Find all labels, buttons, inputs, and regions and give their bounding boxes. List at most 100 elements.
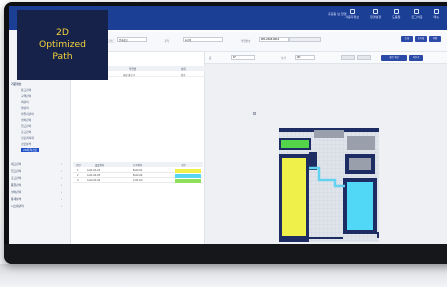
map-marker <box>377 232 379 238</box>
badge-line-2: Optimized <box>38 39 87 50</box>
view-select[interactable]: 2D <box>295 55 315 60</box>
zone-green <box>281 140 309 148</box>
top-nav-label: 로그아웃 <box>411 15 423 19</box>
sidebar-item-rack[interactable]: 랙관리 <box>21 100 29 104</box>
help-icon <box>393 9 399 14</box>
sidebar-item-zone[interactable]: 구역관리 <box>21 94 31 98</box>
warehouse-select[interactable]: 본사창고 <box>117 37 147 42</box>
sidebar-item-equipment[interactable]: 설비관리 <box>21 118 31 122</box>
col-type: 구분 <box>181 164 186 167</box>
canvas-toolbar: 층 1F 보기 2D 경로 계산 지우기 <box>205 52 447 64</box>
view-label: 보기 <box>281 57 286 60</box>
logout-icon <box>414 9 420 14</box>
cell-name: 피킹 경로 A <box>123 74 135 77</box>
search-icon <box>349 9 355 14</box>
work-no-label: 작업번호 <box>241 40 251 43</box>
top-nav-menu[interactable]: 메뉴 <box>433 9 439 19</box>
setting-icon <box>373 9 379 14</box>
color-swatch <box>175 168 201 173</box>
table-row[interactable]: 3 A-02-01-02 C-01-02 <box>73 178 203 183</box>
col-status: 상태 <box>181 68 186 71</box>
color-swatch <box>175 178 201 183</box>
storage-block <box>347 136 375 150</box>
sidebar-item-cell[interactable]: 셀관리 <box>21 106 29 110</box>
top-nav-label: 도움말 <box>392 15 401 19</box>
search-button[interactable]: 조회 <box>401 36 413 42</box>
zone-label: 구역 <box>164 40 169 43</box>
app-screen: 홍길동 님 환영 사용자정보 환경설정 도움말 로그아웃 메뉴 창고코드 본사창… <box>9 6 447 244</box>
route-calc-button[interactable]: 경로 계산 <box>381 55 407 61</box>
cell-to: B-02-01 <box>133 169 143 172</box>
zone-select[interactable]: A구역 <box>183 37 223 42</box>
chevron-right-icon: › <box>61 204 63 208</box>
sidebar-item-base[interactable]: 기준정보 <box>11 82 21 86</box>
warehouse-map[interactable] <box>279 128 379 242</box>
sidebar-group[interactable]: 출고관리 <box>11 176 21 180</box>
badge-line-3: Path <box>52 51 73 62</box>
sidebar-item-outbound[interactable]: 출고관리 <box>21 130 31 134</box>
top-nav-label: 사용자정보 <box>345 15 360 19</box>
col-to: 도착위치 <box>133 164 143 167</box>
badge-line-1: 2D <box>56 27 69 38</box>
sidebar-item-worker[interactable]: 작업자관리 <box>21 112 34 116</box>
sidebar-item-analysis[interactable]: 경로분석 <box>21 142 31 146</box>
reset-button[interactable]: 초기화 <box>415 36 427 42</box>
clear-button[interactable]: 지우기 <box>409 55 423 61</box>
col-from: 출발위치 <box>95 164 105 167</box>
route-table-header: 순번 출발위치 도착위치 구분 <box>73 162 203 167</box>
work-no-input[interactable]: WO-2024-0012 <box>259 37 289 42</box>
chevron-right-icon: › <box>61 183 63 187</box>
floor-label: 층 <box>209 57 212 60</box>
top-nav-settings[interactable]: 환경설정 <box>370 9 381 19</box>
top-nav-logout[interactable]: 로그아웃 <box>411 9 422 19</box>
cell-seq: 1 <box>77 169 79 172</box>
sidebar-item-2d-path[interactable]: 2D최적경로 <box>21 148 40 152</box>
option-field[interactable] <box>341 55 355 60</box>
save-button[interactable]: 저장 <box>429 36 441 42</box>
sidebar-item-optimize[interactable]: 경로최적화 <box>21 136 34 140</box>
sidebar-group[interactable]: 통계분석 <box>11 197 21 201</box>
col-seq: 순번 <box>76 164 81 167</box>
menu-icon <box>433 9 439 14</box>
floor-select[interactable]: 1F <box>231 55 255 60</box>
top-nav-help[interactable]: 도움말 <box>392 9 400 19</box>
zone-cyan <box>347 182 373 230</box>
sidebar-group[interactable]: 입고관리 <box>11 169 21 173</box>
option-field[interactable] <box>357 55 371 60</box>
chevron-right-icon: › <box>61 197 63 201</box>
chevron-right-icon: › <box>61 176 63 180</box>
cursor-icon <box>253 112 256 115</box>
top-nav-label: 환경설정 <box>370 15 382 19</box>
storage-block <box>349 158 371 170</box>
monitor-chin <box>4 244 447 264</box>
work-list-panel: 번호 작업명 상태 1 피킹 경로 A 완료 순번 출발위치 도착위치 구분 1… <box>71 52 205 244</box>
sidebar-item-inbound[interactable]: 입고관리 <box>21 124 31 128</box>
chevron-right-icon: › <box>61 162 63 166</box>
cell-to: B-02-04 <box>133 174 143 177</box>
work-no-extra[interactable] <box>289 37 321 42</box>
sidebar-group[interactable]: 시스템관리 <box>11 204 24 208</box>
top-nav-user[interactable]: 사용자정보 <box>345 9 359 19</box>
cell-from: A-02-01-02 <box>87 179 101 182</box>
cell-from: A-01-01-01 <box>87 169 101 172</box>
chevron-right-icon: › <box>61 169 63 173</box>
sidebar-group[interactable]: 설비관리 <box>11 190 21 194</box>
monitor-stand-shadow <box>0 264 447 287</box>
sidebar-item-warehouse[interactable]: 창고관리 <box>21 88 31 92</box>
storage-block <box>314 130 344 138</box>
cell-seq: 3 <box>77 179 79 182</box>
cell-status: 완료 <box>181 74 186 77</box>
top-nav: 사용자정보 환경설정 도움말 로그아웃 메뉴 <box>345 9 439 19</box>
cell-seq: 2 <box>77 174 79 177</box>
color-swatch <box>175 173 201 178</box>
map-canvas[interactable]: 층 1F 보기 2D 경로 계산 지우기 <box>205 52 447 244</box>
feature-badge: 2D Optimized Path <box>17 10 108 80</box>
product-banner: 홍길동 님 환영 사용자정보 환경설정 도움말 로그아웃 메뉴 창고코드 본사창… <box>0 0 447 287</box>
top-nav-label: 메뉴 <box>433 15 439 19</box>
col-name: 작업명 <box>129 68 137 71</box>
sidebar-group[interactable]: 품질관리 <box>11 183 21 187</box>
chevron-right-icon: › <box>61 190 63 194</box>
sidebar-group[interactable]: 재고관리 <box>11 162 21 166</box>
zone-yellow <box>282 158 306 236</box>
filter-bar: 창고코드 본사창고 구역 A구역 작업번호 WO-2024-0012 조회 초기… <box>101 32 447 52</box>
